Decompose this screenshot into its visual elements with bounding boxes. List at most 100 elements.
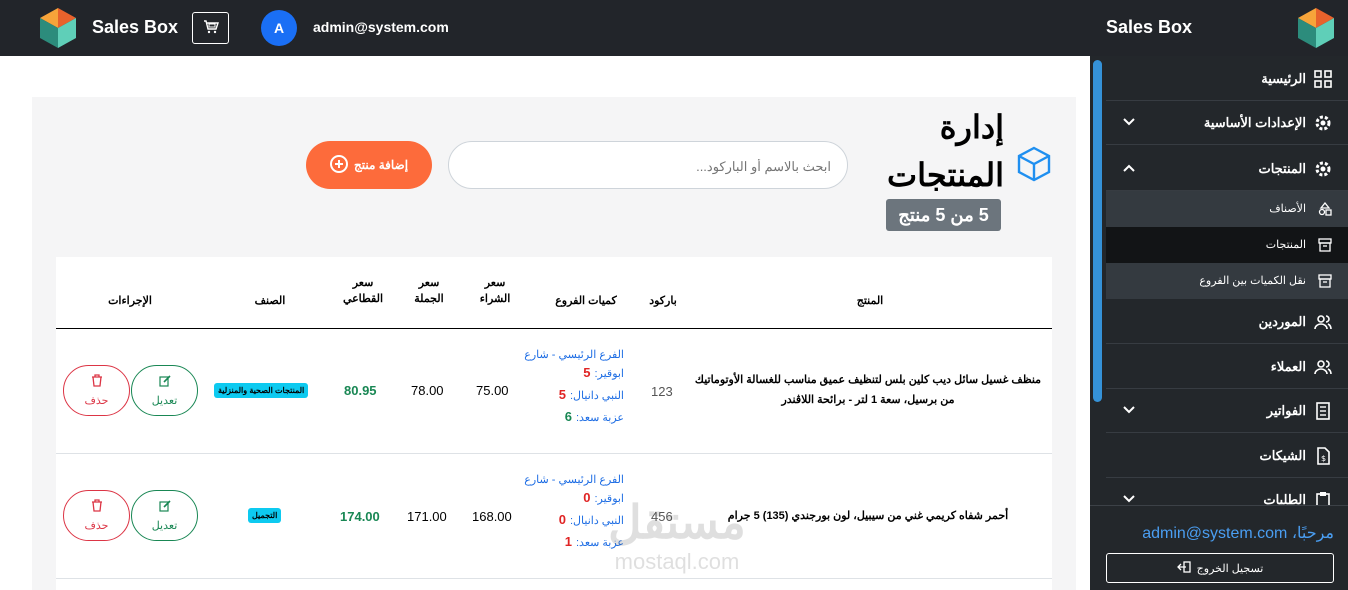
sidebar-item-label: الشيكات [1259, 448, 1306, 463]
sidebar-item-customers[interactable]: العملاء [1106, 345, 1348, 389]
chevron-down-icon [1122, 491, 1136, 505]
sidebar-subitem-products[interactable]: المنتجات [1106, 227, 1348, 263]
chevron-down-icon [1122, 114, 1136, 128]
cart-icon [203, 19, 219, 38]
header-wholesale-price: سعر الجملة [414, 277, 444, 305]
dashboard-icon [1314, 70, 1332, 88]
users-icon [1314, 313, 1332, 331]
header-actions: الإجراءات [108, 295, 152, 307]
table-header-divider [56, 328, 1052, 329]
sidebar-footer: مرحبًا، admin@system.com تسجيل الخروج [1090, 505, 1348, 590]
branch-name: عزبة سعد: [575, 412, 624, 424]
edit-label: تعديل [151, 519, 178, 532]
sidebar-subitem-label: المنتجات [1265, 239, 1306, 251]
add-product-label: إضافة منتج [353, 158, 409, 172]
header-branch-qty: كميات الفروع [555, 295, 617, 307]
archive-icon [1318, 237, 1332, 252]
watermark-arabic: مستقل [608, 496, 746, 548]
sidebar-item-label: الموردين [1258, 314, 1306, 329]
archive-icon [1318, 273, 1332, 288]
chevron-up-icon [1122, 160, 1136, 174]
branch-qty: 6 [564, 409, 572, 424]
add-product-button[interactable]: إضافة منتج [306, 141, 432, 189]
user-email: admin@system.com [313, 19, 449, 35]
sidebar-subitem-categories[interactable]: الأصناف [1106, 191, 1348, 227]
sidebar-item-checks[interactable]: $ الشيكات [1106, 434, 1348, 478]
watermark: مستقل mostaql.com [592, 494, 762, 579]
invoice-icon [1314, 402, 1332, 420]
branch-qty: 1 [564, 534, 572, 549]
trash-icon [91, 374, 103, 390]
svg-text:$: $ [1321, 454, 1326, 463]
shapes-icon [1318, 201, 1332, 216]
users-icon [1314, 358, 1332, 376]
sidebar-item-suppliers[interactable]: الموردين [1106, 300, 1348, 344]
row2-purchase-price: 168.00 [472, 509, 512, 524]
sidebar-brand-logo-icon [1298, 8, 1334, 48]
greeting-text: مرحبًا، admin@system.com [1142, 525, 1334, 542]
branch-qty: 0 [583, 490, 591, 505]
branch-name: النبي دانيال: [569, 390, 624, 402]
sidebar-item-label: الرئيسية [1261, 71, 1306, 86]
sidebar-brand-name[interactable]: Sales Box [1106, 17, 1192, 38]
brand-logo-icon [40, 8, 76, 48]
search-box [448, 141, 848, 189]
row2-wholesale-price: 171.00 [407, 509, 447, 524]
header-product: المنتج [856, 295, 884, 307]
gear-icon [1314, 114, 1332, 132]
sidebar-subitem-label: الأصناف [1269, 203, 1306, 215]
row1-delete-button[interactable]: حذف [63, 365, 130, 416]
header-purchase-price: سعر الشراء [479, 277, 511, 305]
row1-branch-quantities: الفرع الرئيسي - شارع ابوقير:5 النبي داني… [520, 346, 624, 427]
logout-icon [1176, 560, 1191, 576]
plus-circle-icon [329, 154, 348, 176]
box-icon [1015, 145, 1053, 183]
chevron-down-icon [1122, 402, 1136, 416]
pos-cart-button[interactable] [192, 12, 229, 44]
sidebar-scrollbar[interactable] [1093, 60, 1102, 402]
edit-icon [158, 374, 171, 390]
row1-product-name: منظف غسيل سائل ديب كلين بلس لتنظيف عميق … [694, 374, 1042, 406]
sidebar-subitem-transfer[interactable]: نقل الكميات بين الفروع [1106, 263, 1348, 299]
trash-icon [91, 499, 103, 515]
header-barcode: باركود [649, 295, 677, 307]
branch-name: الفرع الرئيسي - شارع ابوقير: [524, 349, 624, 380]
sidebar-item-label: المنتجات [1258, 161, 1306, 176]
sidebar-item-invoices[interactable]: الفواتير [1106, 389, 1348, 433]
row-divider [56, 453, 1052, 454]
branch-qty: 5 [583, 365, 591, 380]
product-count-badge: 5 من 5 منتج [886, 199, 1001, 231]
edit-icon [158, 499, 171, 515]
row1-category-badge: المنتجات الصحية والمنزلية [214, 383, 309, 398]
sidebar-subitem-label: نقل الكميات بين الفروع [1199, 275, 1306, 287]
row1-barcode: 123 [651, 384, 673, 399]
gear-icon [1314, 160, 1332, 178]
logout-label: تسجيل الخروج [1196, 562, 1264, 575]
sidebar-item-label: الإعدادات الأساسية [1203, 115, 1306, 130]
sidebar-item-settings[interactable]: الإعدادات الأساسية [1106, 101, 1348, 145]
sidebar-item-label: الفواتير [1266, 403, 1306, 418]
header-retail-price: سعر القطاعي [342, 277, 384, 305]
sidebar-item-home[interactable]: الرئيسية [1106, 57, 1348, 101]
header-category: الصنف [254, 295, 286, 307]
delete-label: حذف [84, 395, 109, 407]
row2-edit-button[interactable]: تعديل [131, 490, 198, 541]
check-document-icon: $ [1314, 447, 1332, 465]
avatar[interactable]: A [261, 10, 297, 46]
search-input[interactable] [465, 154, 831, 178]
branch-qty: 0 [558, 512, 566, 527]
watermark-latin: mostaql.com [614, 549, 740, 574]
logout-button[interactable]: تسجيل الخروج [1106, 553, 1334, 583]
brand-name[interactable]: Sales Box [92, 17, 178, 38]
row1-retail-price: 80.95 [344, 383, 377, 398]
row1-purchase-price: 75.00 [476, 383, 509, 398]
edit-label: تعديل [151, 394, 178, 407]
row1-edit-button[interactable]: تعديل [131, 365, 198, 416]
delete-label: حذف [84, 520, 109, 532]
sidebar-item-products[interactable]: المنتجات [1106, 147, 1348, 191]
row2-delete-button[interactable]: حذف [63, 490, 130, 541]
row-divider [56, 578, 1052, 579]
page-title: إدارة المنتجات [887, 109, 1004, 193]
sidebar-item-label: العملاء [1270, 359, 1306, 374]
row2-retail-price: 174.00 [340, 509, 380, 524]
